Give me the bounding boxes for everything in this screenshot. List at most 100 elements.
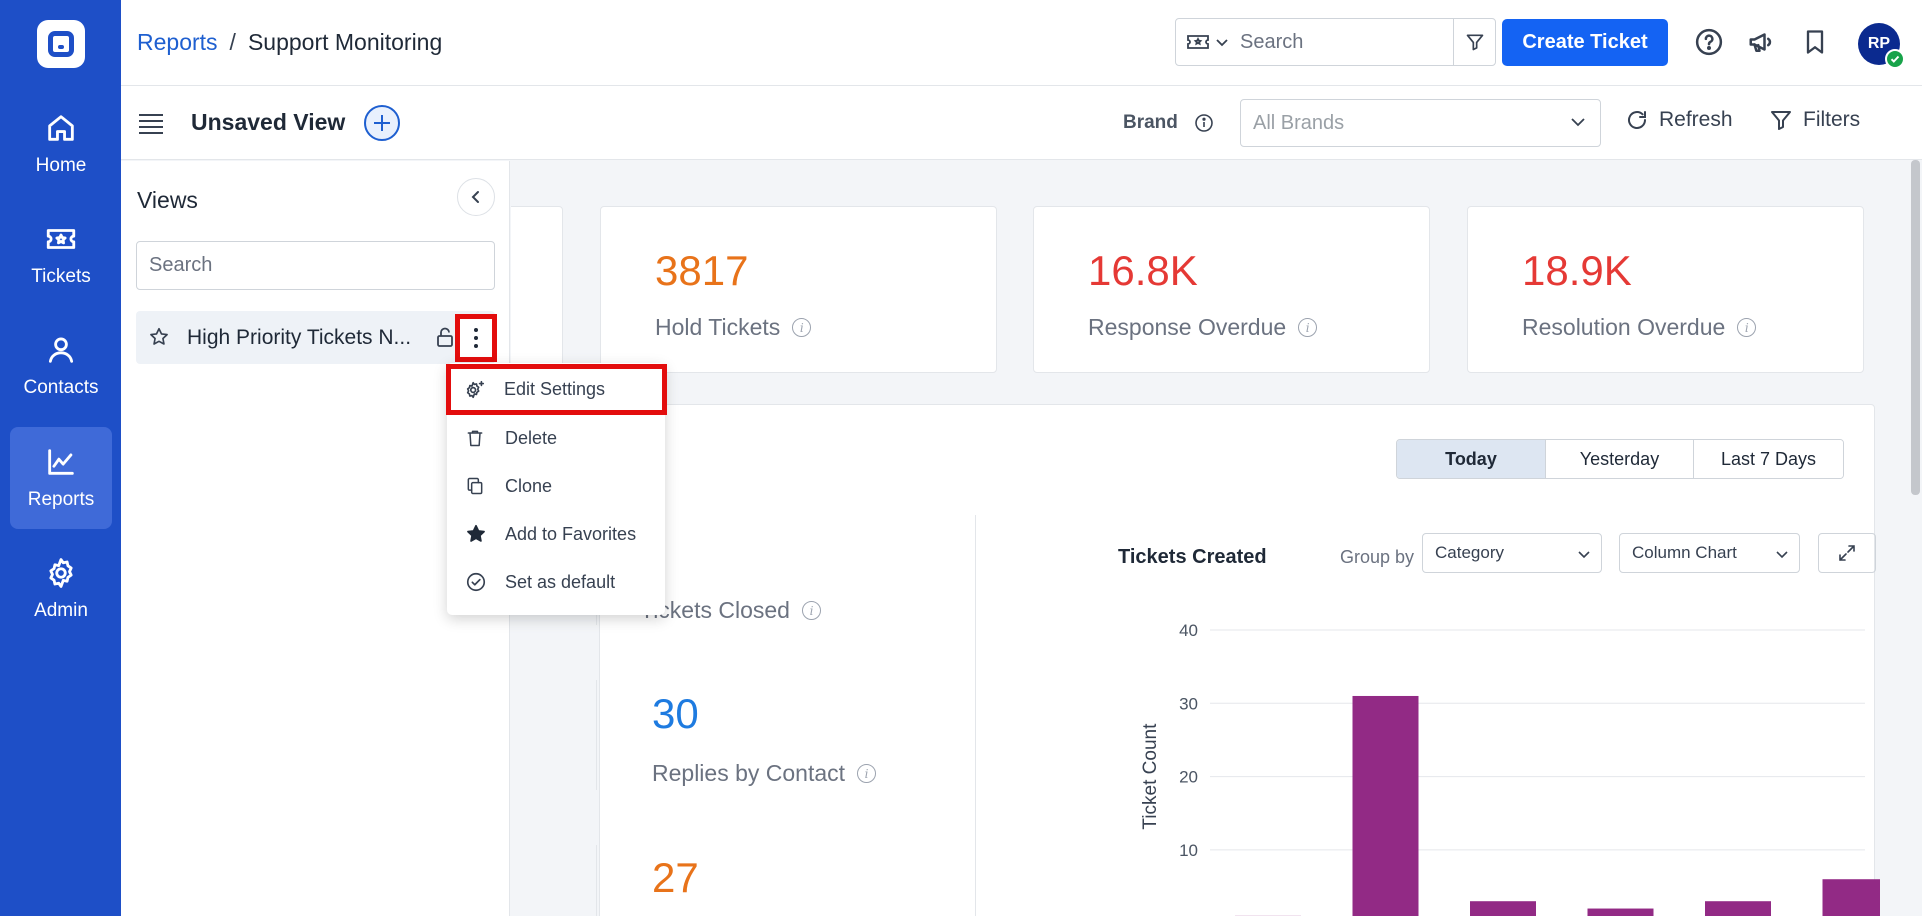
period-option-yesterday[interactable]: Yesterday bbox=[1546, 440, 1694, 478]
announcements-button[interactable] bbox=[1744, 24, 1780, 60]
chevron-down-icon bbox=[1571, 118, 1585, 127]
create-ticket-button[interactable]: Create Ticket bbox=[1502, 19, 1668, 66]
breadcrumb-reports-link[interactable]: Reports bbox=[137, 29, 218, 55]
bookmarks-button[interactable] bbox=[1797, 24, 1833, 60]
divider bbox=[975, 515, 976, 916]
y-tick-label: 30 bbox=[1179, 694, 1198, 713]
chevron-left-icon bbox=[471, 191, 479, 203]
chart-bar[interactable] bbox=[1470, 901, 1536, 916]
collapse-views-button[interactable] bbox=[457, 178, 495, 216]
global-search-input[interactable] bbox=[1240, 19, 1440, 65]
menu-toggle-button[interactable] bbox=[139, 110, 163, 134]
expand-chart-button[interactable] bbox=[1818, 533, 1876, 573]
trash-icon bbox=[467, 430, 483, 447]
chevron-down-icon bbox=[1776, 551, 1788, 559]
top-header: Reports / Support Monitoring Create Ticket… bbox=[121, 0, 1922, 86]
info-icon[interactable]: i bbox=[1737, 318, 1757, 337]
period-option-today[interactable]: Today bbox=[1397, 440, 1546, 478]
chart-bar[interactable] bbox=[1352, 695, 1419, 916]
search-filter-button[interactable] bbox=[1453, 19, 1495, 65]
view-toolbar: Unsaved View Brand All Brands Refresh Fi… bbox=[121, 86, 1922, 160]
lock-icon bbox=[437, 327, 453, 347]
chart-type-value: Column Chart bbox=[1632, 543, 1737, 562]
breadcrumb-separator: / bbox=[229, 29, 236, 55]
chart-bar[interactable] bbox=[1587, 908, 1654, 916]
menu-item-clone[interactable]: Clone bbox=[447, 462, 665, 510]
brand-select[interactable]: All Brands bbox=[1240, 99, 1601, 147]
nav-item-contacts[interactable]: Contacts bbox=[10, 315, 112, 417]
info-icon[interactable]: i bbox=[792, 318, 812, 337]
filters-button[interactable]: Filters bbox=[1769, 108, 1860, 132]
divider bbox=[596, 845, 597, 916]
stat-card-hidden bbox=[511, 206, 563, 373]
check-circle-icon bbox=[466, 572, 486, 592]
person-icon bbox=[48, 337, 74, 363]
refresh-button[interactable]: Refresh bbox=[1625, 108, 1733, 132]
activity-card: Today Yesterday Last 7 Days 0 Tickets Cl… bbox=[596, 404, 1880, 916]
info-icon[interactable]: i bbox=[801, 601, 821, 620]
chevron-down-icon bbox=[1578, 551, 1590, 559]
star-outline-icon[interactable] bbox=[148, 326, 170, 348]
y-axis-label: Ticket Count bbox=[1140, 723, 1161, 830]
views-search-input[interactable] bbox=[136, 241, 495, 290]
ticket-icon bbox=[1187, 35, 1209, 49]
filter-icon bbox=[1466, 34, 1483, 51]
period-selector: Today Yesterday Last 7 Days bbox=[1396, 439, 1844, 479]
y-tick-label: 40 bbox=[1179, 621, 1198, 640]
menu-item-delete[interactable]: Delete bbox=[447, 414, 665, 462]
help-button[interactable] bbox=[1691, 24, 1727, 60]
menu-item-set-as-default[interactable]: Set as default bbox=[447, 558, 665, 606]
search-type-select[interactable] bbox=[1176, 19, 1240, 65]
breadcrumb: Reports / Support Monitoring bbox=[137, 29, 442, 56]
view-item-name: High Priority Tickets N... bbox=[187, 326, 412, 349]
group-by-select[interactable]: Category bbox=[1422, 533, 1602, 573]
gear-sparkle-icon bbox=[466, 380, 485, 398]
bookmark-icon bbox=[1806, 30, 1824, 54]
metric-label: Replies by Contact bbox=[652, 760, 846, 786]
view-item-high-priority[interactable]: High Priority Tickets N... bbox=[136, 311, 495, 364]
menu-item-label: Delete bbox=[505, 427, 558, 448]
help-icon bbox=[1695, 28, 1723, 56]
divider bbox=[596, 680, 597, 790]
online-status-icon bbox=[1885, 49, 1905, 69]
nav-item-reports[interactable]: Reports bbox=[10, 427, 112, 529]
info-icon[interactable]: i bbox=[1298, 318, 1318, 337]
stat-card-response-overdue: 16.8K Response Overdue i bbox=[1033, 206, 1430, 373]
gear-icon bbox=[49, 558, 73, 588]
menu-item-edit-settings[interactable]: Edit Settings bbox=[446, 364, 667, 415]
nav-label-admin: Admin bbox=[34, 600, 88, 621]
views-title: Views bbox=[137, 187, 198, 213]
stat-label: Resolution Overdue bbox=[1522, 314, 1726, 340]
chevron-down-icon bbox=[1216, 39, 1228, 47]
nav-item-tickets[interactable]: Tickets bbox=[10, 204, 112, 306]
info-icon bbox=[1195, 114, 1213, 132]
chart-bar[interactable] bbox=[1822, 879, 1881, 916]
app-logo[interactable] bbox=[37, 20, 85, 68]
menu-item-label: Add to Favorites bbox=[505, 523, 637, 544]
stat-value: 3817 bbox=[655, 247, 749, 294]
nav-item-admin[interactable]: Admin bbox=[10, 538, 112, 640]
period-option-last-7-days[interactable]: Last 7 Days bbox=[1694, 440, 1843, 478]
brand-label: Brand bbox=[1123, 112, 1178, 133]
home-icon bbox=[48, 115, 74, 141]
tickets-created-chart: 010203040Ticket Count bbox=[1140, 621, 1881, 916]
page-scrollbar[interactable] bbox=[1911, 160, 1920, 495]
refresh-label: Refresh bbox=[1659, 108, 1733, 131]
plus-icon bbox=[374, 115, 390, 131]
chart-type-select[interactable]: Column Chart bbox=[1619, 533, 1800, 573]
info-icon[interactable]: i bbox=[857, 764, 877, 783]
chart-bar[interactable] bbox=[1705, 901, 1771, 916]
stat-card-hold-tickets: 3817 Hold Tickets i bbox=[600, 206, 997, 373]
avatar[interactable]: RP bbox=[1858, 23, 1905, 69]
add-view-button[interactable] bbox=[364, 105, 400, 141]
menu-item-add-to-favorites[interactable]: Add to Favorites bbox=[447, 510, 665, 558]
nav-item-home[interactable]: Home bbox=[10, 93, 112, 195]
global-search bbox=[1175, 18, 1496, 66]
brand-info-icon[interactable] bbox=[1194, 113, 1214, 138]
avatar-initials: RP bbox=[1867, 35, 1891, 52]
page-title: Support Monitoring bbox=[247, 29, 443, 55]
copy-icon bbox=[467, 477, 483, 495]
menu-item-label: Edit Settings bbox=[504, 379, 606, 399]
brand-select-value: All Brands bbox=[1253, 111, 1345, 134]
view-more-options-button[interactable] bbox=[455, 314, 497, 362]
